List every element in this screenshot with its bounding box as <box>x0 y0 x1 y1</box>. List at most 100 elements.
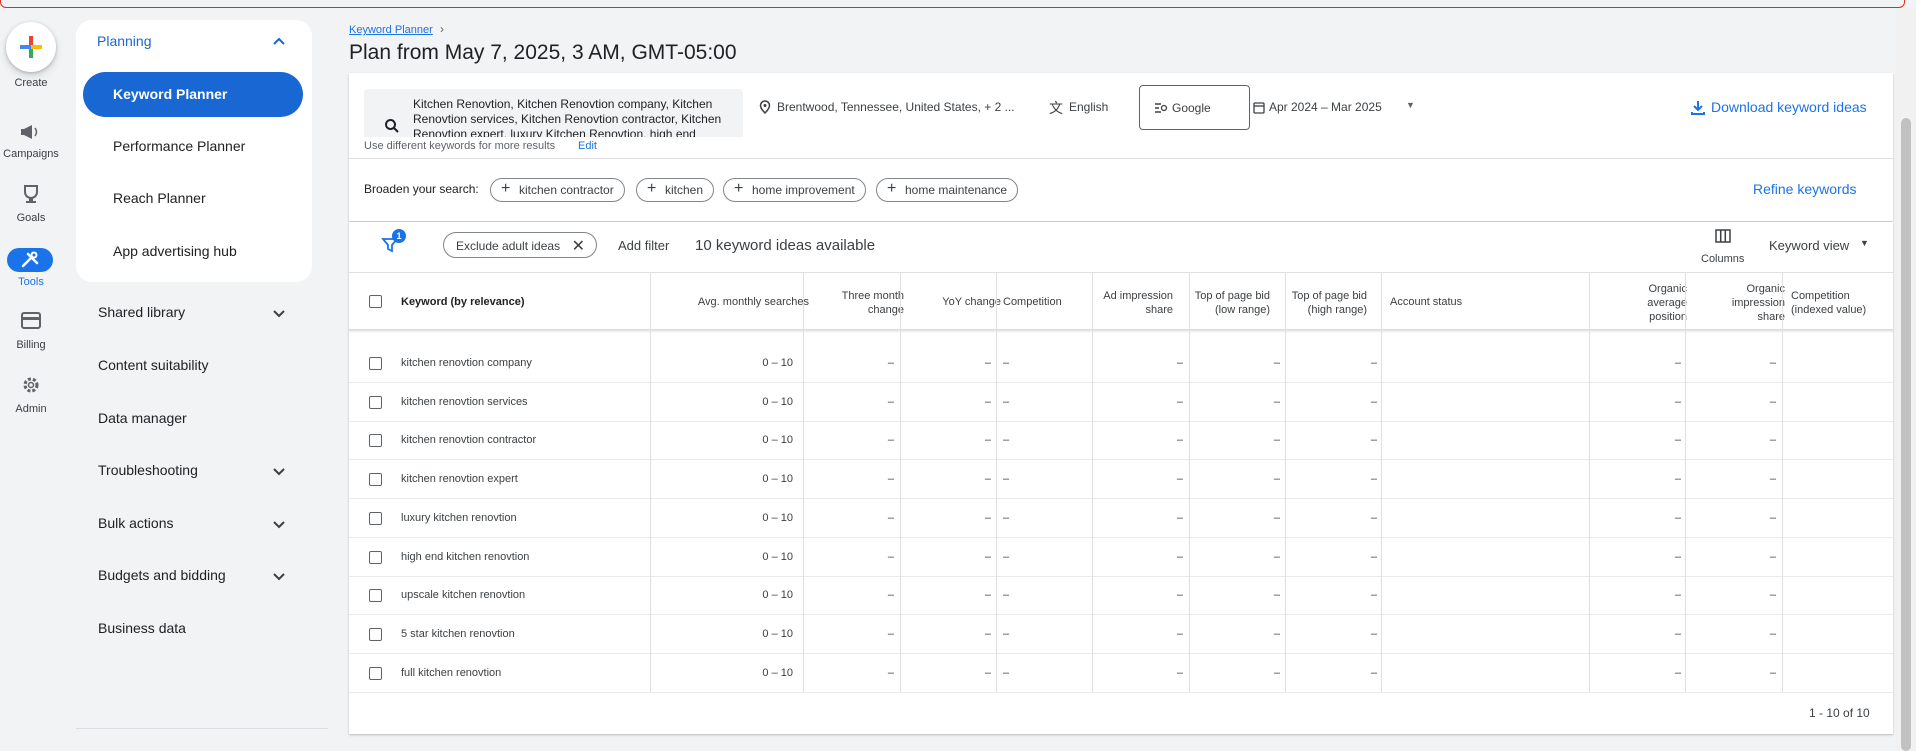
download-icon <box>1691 101 1705 115</box>
nav-content-suitability[interactable]: Content suitability <box>98 357 209 373</box>
nav-budgets-and-bidding[interactable]: Budgets and bidding <box>98 567 226 583</box>
exclude-adult-ideas-chip[interactable]: Exclude adult ideas ✕ <box>443 232 598 258</box>
cell-orgpos: – <box>1674 357 1681 369</box>
row-checkbox[interactable] <box>369 589 382 602</box>
cell-adimp: – <box>1176 667 1183 679</box>
cell-orgpos: – <box>1674 551 1681 563</box>
broaden-chip-home-maintenance[interactable]: + home maintenance <box>876 178 1019 202</box>
row-checkbox[interactable] <box>369 357 382 370</box>
broaden-chip-home-improvement[interactable]: + home improvement <box>723 178 866 202</box>
broaden-chip-kitchen-contractor[interactable]: + kitchen contractor <box>490 178 625 202</box>
row-checkbox[interactable] <box>369 473 382 486</box>
rail-label-billing[interactable]: Billing <box>0 339 62 351</box>
nav-shared-library[interactable]: Shared library <box>98 304 185 320</box>
nav-bulk-actions[interactable]: Bulk actions <box>98 515 173 531</box>
caret-down-icon[interactable]: ▼ <box>1860 238 1869 248</box>
header-competition-indexed[interactable]: Competition (indexed value) <box>1791 289 1866 317</box>
create-button[interactable] <box>6 22 56 72</box>
nav-business-data[interactable]: Business data <box>98 620 186 636</box>
row-checkbox[interactable] <box>369 434 382 447</box>
planning-panel: Planning Keyword Planner Performance Pla… <box>76 20 312 282</box>
keywords-input[interactable]: Kitchen Renovtion, Kitchen Renovtion com… <box>364 89 743 137</box>
caret-down-icon[interactable]: ▼ <box>1406 100 1415 110</box>
row-checkbox[interactable] <box>369 667 382 680</box>
cell-orgimp: – <box>1769 667 1776 679</box>
plus-icon: + <box>647 180 657 197</box>
table-row[interactable]: kitchen renovtion services 0 – 10– – – – – – – – <box>349 383 1893 422</box>
gear-icon[interactable] <box>16 374 46 396</box>
table-row[interactable]: upscale kitchen renovtion 0 – 10– – – – – – – – <box>349 576 1893 615</box>
tools-icon <box>21 251 39 268</box>
row-checkbox[interactable] <box>369 512 382 525</box>
billing-card-icon[interactable] <box>16 310 46 332</box>
language-selector[interactable]: English <box>1069 100 1108 114</box>
planning-section-title[interactable]: Planning <box>97 33 152 49</box>
cell-high: – <box>1370 512 1377 524</box>
header-avg-monthly-searches[interactable]: Avg. monthly searches <box>669 295 809 309</box>
date-range-selector[interactable]: Apr 2024 – Mar 2025 <box>1269 100 1382 114</box>
breadcrumb[interactable]: Keyword Planner <box>349 24 433 36</box>
header-yoy-change[interactable]: YoY change <box>909 295 1001 309</box>
edit-keywords-link[interactable]: Edit <box>578 140 597 152</box>
select-all-checkbox[interactable] <box>369 295 382 308</box>
header-line: impression <box>1731 297 1785 309</box>
chevron-down-icon[interactable] <box>272 517 286 531</box>
chevron-up-icon[interactable] <box>272 36 286 46</box>
close-icon[interactable]: ✕ <box>572 236 585 256</box>
header-competition[interactable]: Competition <box>1003 295 1062 309</box>
nav-data-manager[interactable]: Data manager <box>98 410 187 426</box>
tools-active-pill[interactable] <box>7 248 53 272</box>
cell-adimp: – <box>1176 551 1183 563</box>
keyword-ideas-card: 1 Exclude adult ideas ✕ Add filter 10 key… <box>349 222 1893 734</box>
download-keyword-ideas-button[interactable]: Download keyword ideas <box>1711 99 1867 115</box>
campaigns-icon[interactable] <box>16 121 46 143</box>
scrollbar-thumb[interactable] <box>1901 118 1911 751</box>
table-row[interactable]: kitchen renovtion contractor 0 – 10– – – – – –… <box>349 421 1893 460</box>
table-row[interactable]: high end kitchen renovtion 0 – 10– – – – – – – – <box>349 538 1893 577</box>
rail-label-tools[interactable]: Tools <box>0 276 62 288</box>
header-line: Top of page bid <box>1194 290 1270 302</box>
table-row[interactable]: luxury kitchen renovtion 0 – 10– – – – – – – – <box>349 499 1893 538</box>
rail-label-campaigns[interactable]: Campaigns <box>0 148 62 160</box>
cell-orgpos: – <box>1674 473 1681 485</box>
header-ad-impression-share[interactable]: Ad impression share <box>1089 289 1173 317</box>
refine-keywords-button[interactable]: Refine keywords <box>1753 181 1857 197</box>
header-organic-impression-share[interactable]: Organic impression share <box>1699 282 1785 324</box>
sidebar-item-keyword-planner[interactable]: Keyword Planner <box>83 72 303 117</box>
header-top-bid-high[interactable]: Top of page bid (high range) <box>1275 289 1367 317</box>
cell-three: – <box>887 473 894 485</box>
header-account-status[interactable]: Account status <box>1390 295 1462 309</box>
trophy-icon[interactable] <box>16 183 46 205</box>
rail-label-admin[interactable]: Admin <box>0 403 62 415</box>
rail-label-goals[interactable]: Goals <box>0 212 62 224</box>
header-line: average <box>1647 297 1687 309</box>
nav-troubleshooting[interactable]: Troubleshooting <box>98 462 198 478</box>
chip-label: home improvement <box>752 183 855 197</box>
row-checkbox[interactable] <box>369 628 382 641</box>
table-row[interactable]: kitchen renovtion company 0 – 10– – – – – – – – <box>349 344 1893 383</box>
broaden-chip-kitchen[interactable]: + kitchen <box>636 178 715 202</box>
table-row[interactable]: full kitchen renovtion 0 – 10– – – – – – – – <box>349 654 1893 693</box>
row-checkbox[interactable] <box>369 396 382 409</box>
cell-low: – <box>1273 628 1280 640</box>
table-row[interactable]: 5 star kitchen renovtion 0 – 10– – – – – – – – <box>349 615 1893 654</box>
location-selector[interactable]: Brentwood, Tennessee, United States, + 2… <box>777 100 1015 114</box>
search-network-selector[interactable]: Google <box>1139 85 1250 130</box>
header-top-bid-low[interactable]: Top of page bid (low range) <box>1179 289 1270 317</box>
search-icon <box>385 119 399 133</box>
table-row[interactable]: kitchen renovtion expert 0 – 10– – – – – – – – <box>349 460 1893 499</box>
keyword-view-selector[interactable]: Keyword view <box>1769 238 1849 253</box>
chevron-down-icon[interactable] <box>272 464 286 478</box>
columns-button[interactable]: Columns <box>1701 253 1744 265</box>
chevron-down-icon[interactable] <box>272 569 286 583</box>
columns-icon[interactable] <box>1715 229 1731 243</box>
header-three-month-change[interactable]: Three month change <box>819 289 904 317</box>
header-organic-average-position[interactable]: Organic average position <box>1609 282 1687 324</box>
chevron-down-icon[interactable] <box>272 306 286 320</box>
header-keyword[interactable]: Keyword (by relevance) <box>401 295 525 309</box>
sidebar-item-reach-planner[interactable]: Reach Planner <box>113 190 206 206</box>
sidebar-item-app-advertising-hub[interactable]: App advertising hub <box>113 243 237 259</box>
add-filter-button[interactable]: Add filter <box>618 238 669 253</box>
sidebar-item-performance-planner[interactable]: Performance Planner <box>113 138 245 154</box>
row-checkbox[interactable] <box>369 551 382 564</box>
